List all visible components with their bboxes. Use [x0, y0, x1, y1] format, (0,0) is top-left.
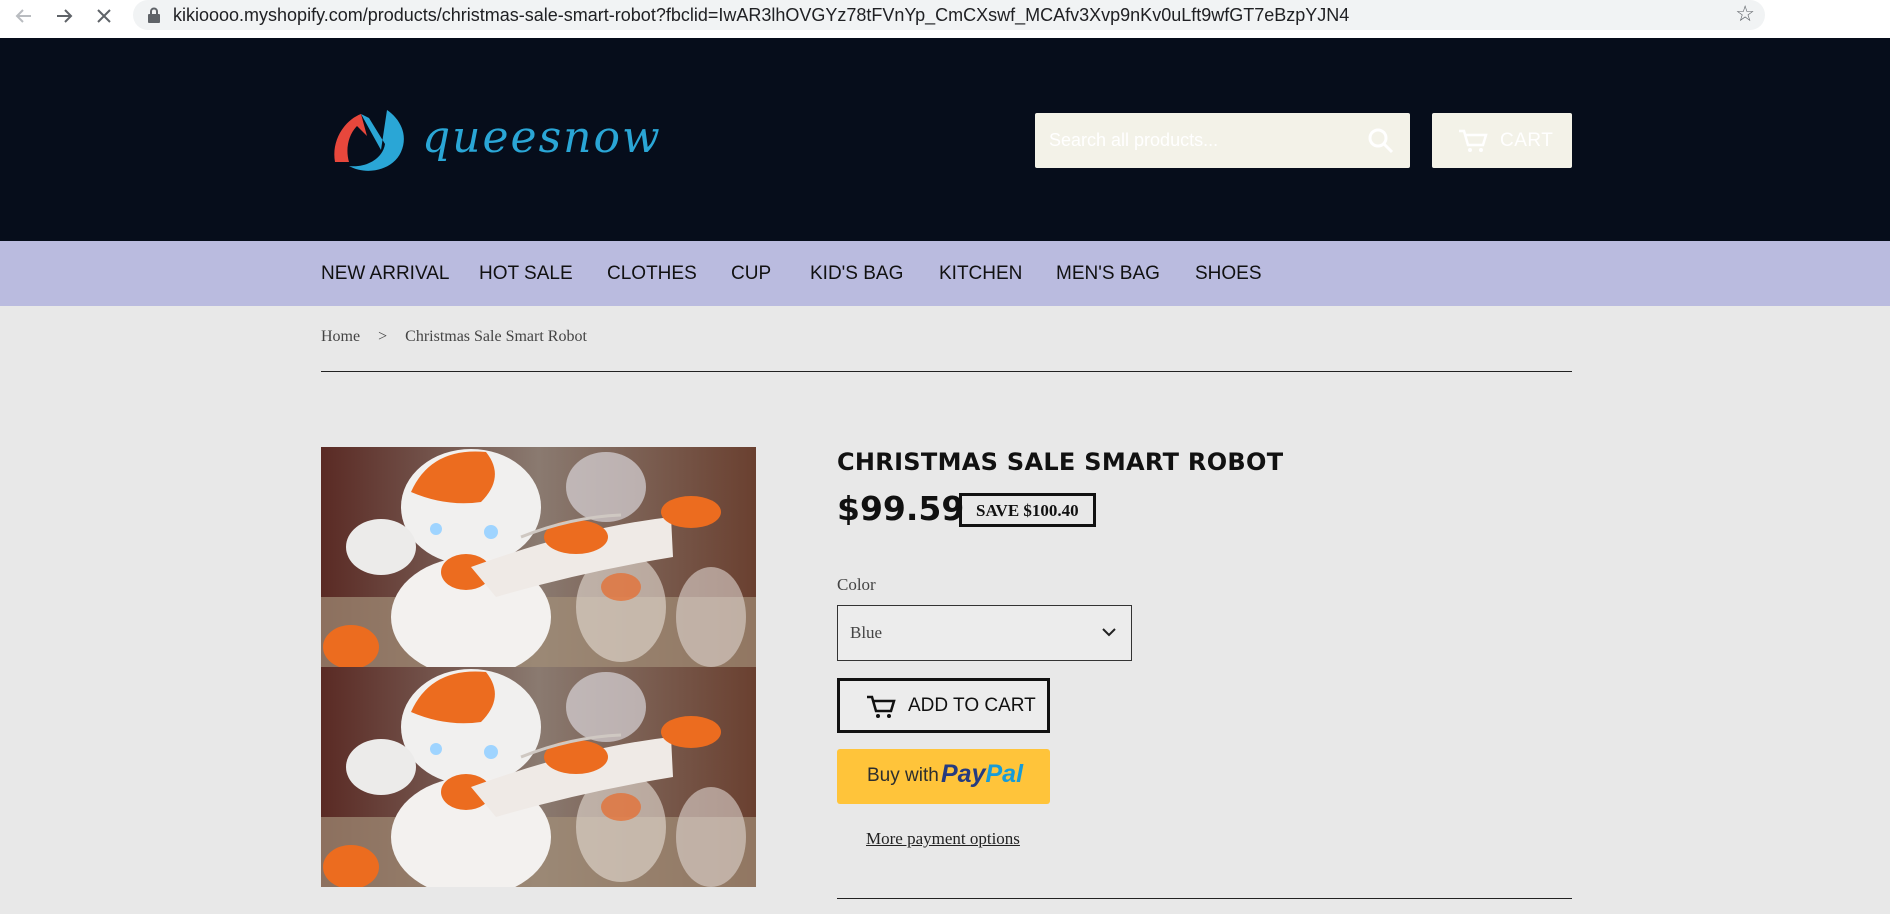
product-image[interactable] — [321, 447, 756, 887]
forward-button[interactable] — [50, 2, 78, 30]
arrow-left-icon — [15, 9, 31, 23]
divider — [837, 898, 1572, 899]
lock-icon — [148, 7, 160, 23]
breadcrumb-separator: > — [378, 328, 388, 345]
search-icon[interactable] — [1366, 126, 1396, 156]
stop-button[interactable] — [90, 2, 118, 30]
divider — [321, 371, 1572, 372]
add-to-cart-label: ADD TO CART — [908, 695, 1036, 716]
nav-item-mens-bag[interactable]: MEN'S BAG — [1056, 263, 1160, 285]
paypal-prefix: Buy with — [867, 765, 939, 786]
more-payment-options-link[interactable]: More payment options — [866, 829, 1020, 849]
cart-label: CART — [1500, 130, 1554, 151]
url-text: kikioooo.myshopify.com/products/christma… — [173, 5, 1350, 25]
nav-item-kitchen[interactable]: KITCHEN — [939, 263, 1022, 285]
logo-text: queesnow — [422, 112, 662, 163]
main-nav: NEW ARRIVAL HOT SALE CLOTHES CUP KID'S B… — [0, 241, 1890, 306]
breadcrumb: Home > Christmas Sale Smart Robot — [321, 328, 587, 346]
back-button[interactable] — [10, 2, 38, 30]
nav-item-hot-sale[interactable]: HOT SALE — [479, 263, 573, 285]
product-title: CHRISTMAS SALE SMART ROBOT — [837, 448, 1284, 476]
cart-icon — [867, 695, 896, 718]
nav-item-shoes[interactable]: SHOES — [1195, 263, 1262, 285]
star-icon[interactable]: ☆ — [1735, 1, 1755, 27]
add-to-cart-button[interactable]: ADD TO CART — [837, 678, 1050, 733]
arrow-right-icon — [57, 9, 73, 23]
color-select[interactable]: Blue — [837, 605, 1132, 661]
browser-toolbar: kikioooo.myshopify.com/products/christma… — [0, 0, 1890, 39]
cart-icon — [1459, 129, 1488, 152]
robot-photo — [321, 447, 756, 887]
color-label: Color — [837, 575, 876, 594]
nav-item-kids-bag[interactable]: KID'S BAG — [810, 263, 903, 285]
search-bar — [1035, 113, 1410, 168]
site-header: queesnow CART — [0, 38, 1890, 241]
paypal-button[interactable]: Buy with PayPal — [837, 749, 1050, 804]
cart-button[interactable]: CART — [1432, 113, 1572, 168]
close-icon — [97, 9, 111, 23]
chevron-down-icon — [1102, 628, 1116, 637]
nav-item-cup[interactable]: CUP — [731, 263, 771, 285]
color-select-value: Blue — [850, 623, 883, 642]
breadcrumb-home[interactable]: Home — [321, 328, 360, 345]
nav-item-clothes[interactable]: CLOTHES — [607, 263, 697, 285]
search-input[interactable] — [1035, 113, 1373, 168]
paypal-logo: PayPal — [941, 760, 1024, 788]
save-badge: SAVE $100.40 — [959, 493, 1096, 527]
breadcrumb-current: Christmas Sale Smart Robot — [405, 328, 587, 345]
address-bar[interactable]: kikioooo.myshopify.com/products/christma… — [133, 0, 1765, 30]
nav-item-new-arrival[interactable]: NEW ARRIVAL — [321, 263, 449, 285]
product-price: $99.59 — [837, 489, 965, 528]
logo-mark-icon — [334, 110, 404, 171]
